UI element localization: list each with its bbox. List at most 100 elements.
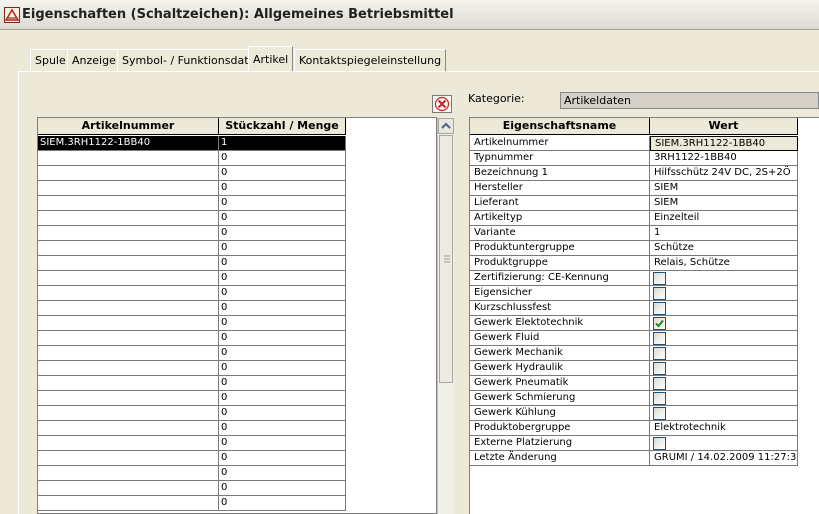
column-header-wert[interactable]: Wert <box>650 118 798 135</box>
scroll-thumb[interactable] <box>439 135 453 383</box>
quantity-cell[interactable]: 0 <box>219 421 346 436</box>
article-grid-scrollbar[interactable] <box>437 117 454 514</box>
checkbox[interactable] <box>653 362 666 375</box>
article-row[interactable]: 0 <box>38 316 346 331</box>
article-row[interactable]: 0 <box>38 301 346 316</box>
article-number-cell[interactable] <box>38 181 219 196</box>
checkbox[interactable] <box>653 437 666 450</box>
property-checkbox-cell[interactable] <box>650 406 798 421</box>
article-number-cell[interactable] <box>38 391 219 406</box>
quantity-cell[interactable]: 0 <box>219 361 346 376</box>
property-checkbox-cell[interactable] <box>650 286 798 301</box>
property-value-cell[interactable]: Relais, Schütze <box>650 256 798 271</box>
article-row[interactable]: 0 <box>38 286 346 301</box>
quantity-cell[interactable]: 0 <box>219 391 346 406</box>
property-checkbox-cell[interactable] <box>650 376 798 391</box>
delete-article-button[interactable] <box>432 95 452 113</box>
tab-artikel[interactable]: Artikel <box>248 46 294 72</box>
property-value-cell[interactable]: GRUMI / 14.02.2009 11:27:3 <box>650 451 798 466</box>
article-row[interactable]: 0 <box>38 181 346 196</box>
quantity-cell[interactable]: 0 <box>219 286 346 301</box>
article-number-cell[interactable] <box>38 301 219 316</box>
quantity-cell[interactable]: 0 <box>219 406 346 421</box>
checkbox[interactable] <box>653 347 666 360</box>
article-number-cell[interactable] <box>38 436 219 451</box>
article-row[interactable]: 0 <box>38 166 346 181</box>
article-row[interactable]: 0 <box>38 196 346 211</box>
article-number-cell[interactable] <box>38 346 219 361</box>
property-value-cell[interactable]: Schütze <box>650 241 798 256</box>
article-number-cell[interactable] <box>38 466 219 481</box>
article-row[interactable]: 0 <box>38 421 346 436</box>
article-number-cell[interactable] <box>38 151 219 166</box>
property-checkbox-cell[interactable] <box>650 331 798 346</box>
article-number-cell[interactable] <box>38 451 219 466</box>
quantity-cell[interactable]: 0 <box>219 151 346 166</box>
article-row[interactable]: 0 <box>38 331 346 346</box>
article-number-cell[interactable] <box>38 196 219 211</box>
checkbox[interactable] <box>653 332 666 345</box>
checkbox[interactable] <box>653 302 666 315</box>
property-checkbox-cell[interactable] <box>650 436 798 451</box>
property-checkbox-cell[interactable] <box>650 271 798 286</box>
property-checkbox-cell[interactable] <box>650 316 798 331</box>
quantity-cell[interactable]: 0 <box>219 466 346 481</box>
article-number-cell[interactable] <box>38 376 219 391</box>
property-value-cell[interactable]: 3RH1122-1BB40 <box>650 151 798 166</box>
checkbox-checked[interactable] <box>653 317 666 330</box>
quantity-cell[interactable]: 0 <box>219 271 346 286</box>
property-value-cell[interactable]: SIEM.3RH1122-1BB40 <box>650 136 798 151</box>
quantity-cell[interactable]: 1 <box>219 136 346 151</box>
column-header-artikelnummer[interactable]: Artikelnummer <box>38 118 219 135</box>
article-number-cell[interactable] <box>38 241 219 256</box>
property-checkbox-cell[interactable] <box>650 391 798 406</box>
article-number-cell[interactable] <box>38 286 219 301</box>
quantity-cell[interactable]: 0 <box>219 316 346 331</box>
article-row[interactable]: 0 <box>38 151 346 166</box>
article-row[interactable]: 0 <box>38 361 346 376</box>
article-row[interactable]: 0 <box>38 466 346 481</box>
quantity-cell[interactable]: 0 <box>219 211 346 226</box>
property-value-cell[interactable]: 1 <box>650 226 798 241</box>
quantity-cell[interactable]: 0 <box>219 331 346 346</box>
article-row[interactable]: 0 <box>38 451 346 466</box>
article-number-cell[interactable] <box>38 256 219 271</box>
article-number-cell[interactable] <box>38 166 219 181</box>
tab-kontaktspiegeleinstellung[interactable]: Kontaktspiegeleinstellung <box>294 49 447 71</box>
property-value-cell[interactable]: Einzelteil <box>650 211 798 226</box>
property-checkbox-cell[interactable] <box>650 346 798 361</box>
property-value-cell[interactable]: Hilfsschütz 24V DC, 2S+2Ö <box>650 166 798 181</box>
quantity-cell[interactable]: 0 <box>219 196 346 211</box>
column-header-stueckzahl[interactable]: Stückzahl / Menge <box>219 118 346 135</box>
property-checkbox-cell[interactable] <box>650 301 798 316</box>
article-row[interactable]: SIEM.3RH1122-1BB40 1 <box>38 136 346 151</box>
quantity-cell[interactable]: 0 <box>219 496 346 511</box>
article-number-cell[interactable] <box>38 481 219 496</box>
quantity-cell[interactable]: 0 <box>219 481 346 496</box>
article-number-cell[interactable] <box>38 361 219 376</box>
article-number-cell[interactable] <box>38 421 219 436</box>
checkbox[interactable] <box>653 392 666 405</box>
quantity-cell[interactable]: 0 <box>219 241 346 256</box>
article-row[interactable]: 0 <box>38 256 346 271</box>
category-field[interactable]: Artikeldaten <box>560 92 819 109</box>
article-row[interactable]: 0 <box>38 481 346 496</box>
quantity-cell[interactable]: 0 <box>219 436 346 451</box>
article-row[interactable]: 0 <box>38 226 346 241</box>
checkbox[interactable] <box>653 407 666 420</box>
article-row[interactable]: 0 <box>38 496 346 511</box>
quantity-cell[interactable]: 0 <box>219 166 346 181</box>
tab-symbol-funktionsdaten[interactable]: Symbol- / Funktionsdaten <box>117 49 268 71</box>
article-row[interactable]: 0 <box>38 271 346 286</box>
checkbox[interactable] <box>653 377 666 390</box>
article-number-cell[interactable] <box>38 226 219 241</box>
property-value-cell[interactable]: SIEM <box>650 196 798 211</box>
article-number-cell[interactable] <box>38 271 219 286</box>
article-number-cell[interactable] <box>38 406 219 421</box>
tab-anzeige[interactable]: Anzeige <box>67 49 121 71</box>
quantity-cell[interactable]: 0 <box>219 181 346 196</box>
quantity-cell[interactable]: 0 <box>219 256 346 271</box>
checkbox[interactable] <box>653 272 666 285</box>
article-number-cell[interactable]: SIEM.3RH1122-1BB40 <box>38 136 219 151</box>
quantity-cell[interactable]: 0 <box>219 451 346 466</box>
